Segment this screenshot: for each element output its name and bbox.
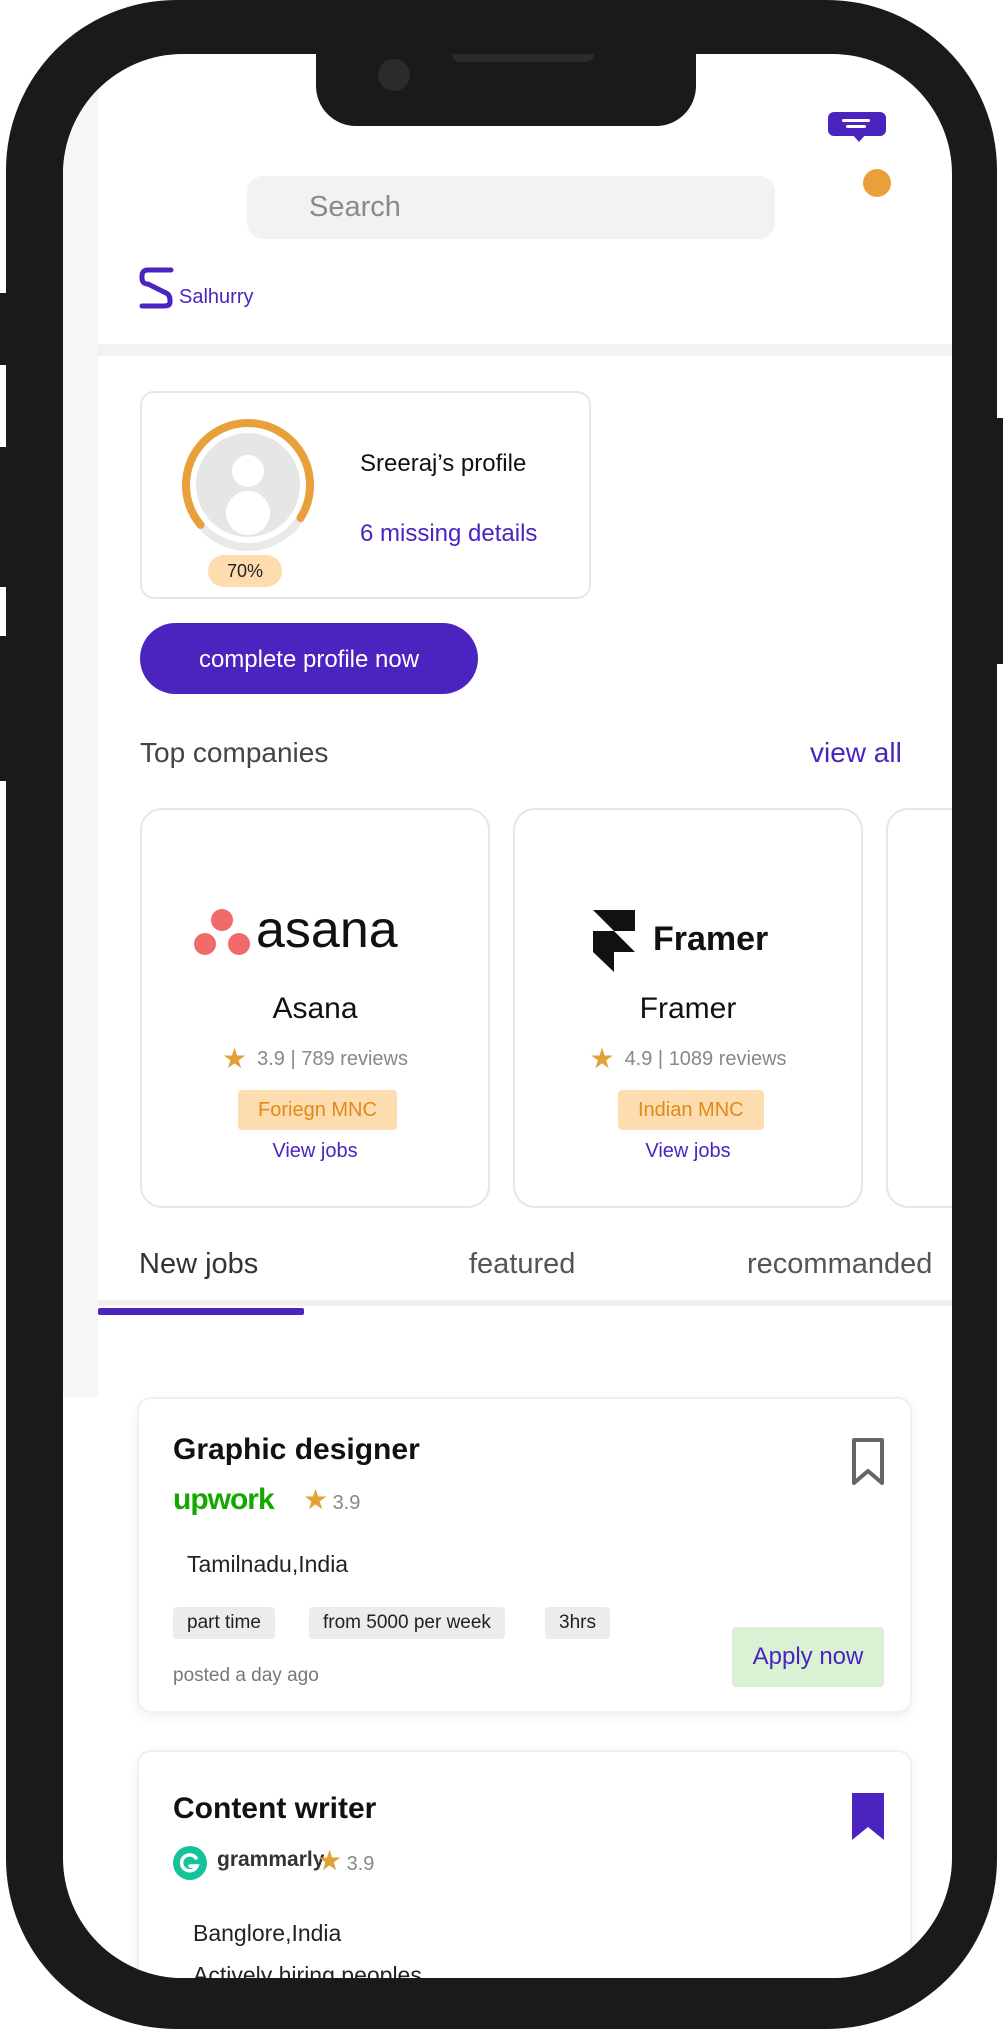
chat-icon[interactable]: [828, 112, 886, 142]
view-all-link[interactable]: view all: [810, 737, 902, 769]
search-input[interactable]: Search: [247, 176, 775, 239]
speaker: [452, 54, 594, 62]
complete-profile-button[interactable]: complete profile now: [140, 623, 478, 694]
job-title: Content writer: [173, 1792, 377, 1825]
profile-card[interactable]: 70% Sreeraj’s profile 6 missing details: [140, 391, 591, 599]
active-tab-indicator: [98, 1308, 304, 1315]
company-card-framer[interactable]: Framer Framer ★ 4.9 | 1089 reviews Indian…: [513, 808, 863, 1208]
framer-logo-text: Framer: [653, 920, 769, 958]
company-rating: ★ 4.9 | 1089 reviews: [589, 1043, 787, 1074]
company-name: Framer: [639, 992, 737, 1025]
camera: [378, 59, 410, 91]
left-gutter: [63, 54, 98, 1397]
company-rating: ★ 3.9 | 789 reviews: [222, 1043, 408, 1074]
salhurry-logo-icon: [139, 267, 174, 309]
grammarly-logo-icon: [173, 1846, 207, 1880]
star-icon: ★: [317, 1845, 343, 1876]
bookmark-filled-icon[interactable]: [851, 1792, 885, 1842]
app-screen: Search Salhurry 70% Sreeraj’s profile 6 …: [63, 54, 952, 1978]
company-tag: Indian MNC: [618, 1090, 764, 1130]
posted-time: posted a day ago: [173, 1665, 319, 1686]
view-jobs-link[interactable]: View jobs: [515, 1140, 861, 1163]
job-location: Banglore,India: [193, 1920, 342, 1946]
star-icon: ★: [303, 1484, 329, 1515]
upwork-logo: upwork: [173, 1483, 275, 1516]
tab-recommanded[interactable]: recommanded: [747, 1248, 932, 1281]
view-jobs-link[interactable]: View jobs: [142, 1140, 488, 1163]
company-name: Asana: [272, 992, 358, 1025]
job-chip: 3hrs: [545, 1607, 610, 1639]
job-card[interactable]: Graphic designer upwork ★ 3.9 Tamilnadu,…: [137, 1397, 912, 1713]
header-divider: [98, 344, 952, 356]
tab-new-jobs[interactable]: New jobs: [139, 1248, 258, 1281]
notch: [316, 54, 696, 126]
top-companies-title: Top companies: [140, 737, 329, 768]
apply-now-button[interactable]: Apply now: [732, 1627, 884, 1687]
missing-details-link[interactable]: 6 missing details: [360, 520, 537, 548]
job-chip: from 5000 per week: [309, 1607, 505, 1639]
job-location: Tamilnadu,India: [187, 1551, 349, 1577]
framer-logo: Framer: [593, 910, 813, 972]
asana-logo-icon: [194, 909, 250, 955]
brand-name: Salhurry: [179, 286, 254, 308]
job-chip: part time: [173, 1607, 275, 1639]
phone-frame: Search Salhurry 70% Sreeraj’s profile 6 …: [6, 0, 997, 2029]
job-tabs: New jobs featured recommanded: [98, 1248, 952, 1306]
job-card[interactable]: Content writer grammarly ★ 3.9 Banglore,…: [137, 1750, 912, 1978]
profile-progress-ring: [182, 419, 314, 551]
notification-dot[interactable]: [863, 169, 891, 197]
hiring-note: Actively hiring peoples: [193, 1962, 422, 1978]
job-title: Graphic designer: [173, 1433, 420, 1466]
job-rating: ★ 3.9: [303, 1484, 361, 1515]
profile-name: Sreeraj’s profile: [360, 450, 527, 477]
asana-logo-text: asana: [256, 901, 398, 959]
star-icon: ★: [222, 1043, 248, 1074]
asana-logo: asana: [194, 901, 444, 962]
job-rating: ★ 3.9: [317, 1845, 375, 1876]
framer-logo-icon: [593, 910, 635, 972]
profile-completion-badge: 70%: [208, 555, 282, 587]
company-card-partial[interactable]: [886, 808, 952, 1208]
company-tag: Foriegn MNC: [238, 1090, 397, 1130]
company-card-asana[interactable]: asana Asana ★ 3.9 | 789 reviews Foriegn M…: [140, 808, 490, 1208]
star-icon: ★: [589, 1043, 615, 1074]
tab-featured[interactable]: featured: [469, 1248, 575, 1281]
bookmark-icon[interactable]: [851, 1437, 885, 1487]
